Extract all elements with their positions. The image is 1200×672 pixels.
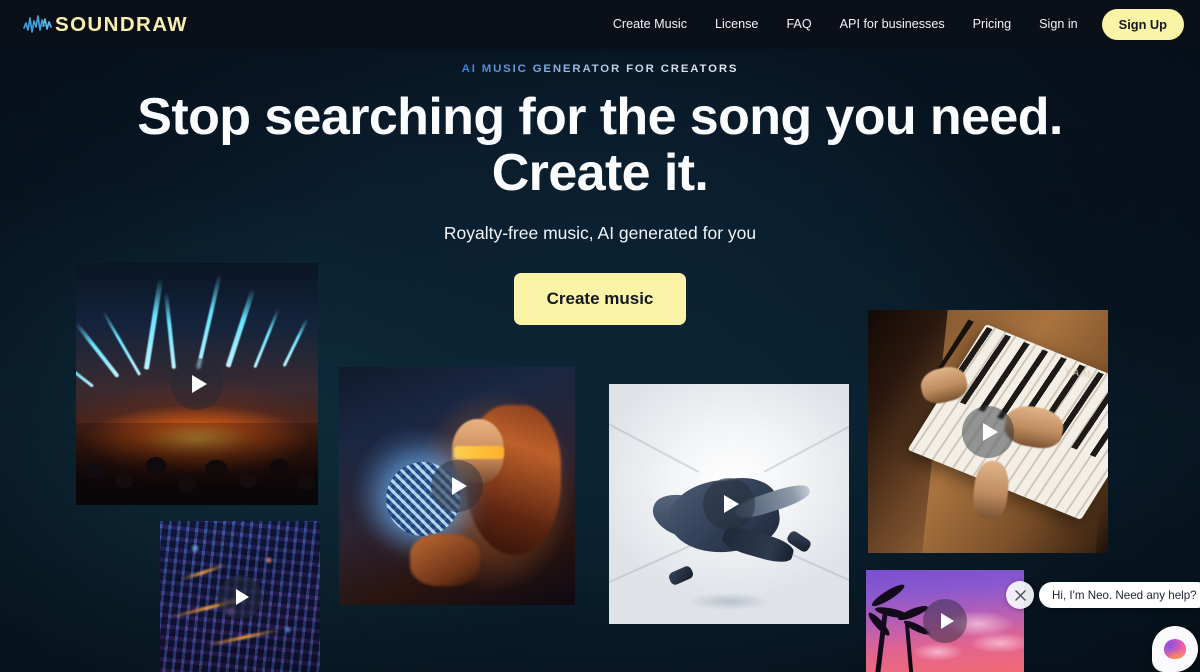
logo[interactable]: SOUNDRAW bbox=[22, 13, 188, 37]
nav-links-group: Create Music License FAQ API for busines… bbox=[599, 0, 1184, 49]
nav-link-sign-in[interactable]: Sign in bbox=[1025, 0, 1092, 49]
sign-up-button[interactable]: Sign Up bbox=[1101, 9, 1184, 40]
nav-link-pricing[interactable]: Pricing bbox=[959, 0, 1026, 49]
nav-link-create-music[interactable]: Create Music bbox=[599, 0, 701, 49]
nav-link-api-businesses[interactable]: API for businesses bbox=[826, 0, 959, 49]
play-icon[interactable] bbox=[431, 460, 483, 512]
chat-avatar-button[interactable] bbox=[1152, 626, 1198, 672]
hero-headline-line-2: Create it. bbox=[491, 144, 709, 203]
page-root: YAM SOUNDRAW Create Music License FAQ AP… bbox=[0, 0, 1200, 672]
waveform-icon bbox=[23, 14, 52, 33]
hero-subtitle: Royalty-free music, AI generated for you bbox=[443, 223, 757, 244]
brain-avatar-icon bbox=[1164, 639, 1186, 659]
media-tile-woman-with-disco-ball[interactable] bbox=[339, 367, 575, 605]
hero-section: AI MUSIC GENERATOR FOR CREATORS Stop sea… bbox=[0, 49, 1200, 326]
media-tile-night-cityscape[interactable] bbox=[160, 521, 320, 672]
top-navigation-bar: SOUNDRAW Create Music License FAQ API fo… bbox=[0, 0, 1200, 49]
logo-text: SOUNDRAW bbox=[55, 12, 189, 36]
hero-eyebrow: AI MUSIC GENERATOR FOR CREATORS bbox=[461, 63, 739, 75]
media-tile-breakdancer[interactable] bbox=[609, 384, 849, 624]
play-icon[interactable] bbox=[962, 405, 1014, 458]
chat-message-bubble[interactable]: Hi, I'm Neo. Need any help? bbox=[1039, 582, 1200, 608]
create-music-button[interactable]: Create music bbox=[513, 273, 687, 326]
hero-headline-line-1: Stop searching for the song you need. bbox=[137, 88, 1063, 146]
media-tile-tropical-sunset[interactable] bbox=[866, 570, 1024, 672]
chat-close-button[interactable] bbox=[1006, 581, 1034, 609]
nav-link-faq[interactable]: FAQ bbox=[772, 0, 825, 49]
play-icon[interactable] bbox=[171, 358, 223, 410]
play-icon[interactable] bbox=[703, 478, 755, 530]
hero-headline: Stop searching for the song you need. Cr… bbox=[0, 89, 1200, 201]
media-tile-piano[interactable]: YAM bbox=[868, 310, 1108, 553]
hero-cta-wrapper: Create music bbox=[0, 273, 1200, 326]
chat-message-text: Hi, I'm Neo. Need any help? bbox=[1052, 588, 1197, 602]
nav-link-license[interactable]: License bbox=[701, 0, 772, 49]
play-icon[interactable] bbox=[218, 574, 262, 619]
play-icon[interactable] bbox=[923, 599, 967, 643]
close-icon bbox=[1014, 589, 1026, 601]
